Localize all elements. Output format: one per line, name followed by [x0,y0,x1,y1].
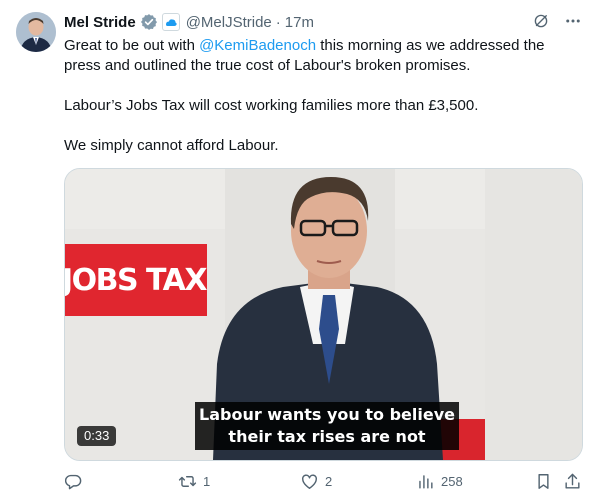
video-player[interactable]: JOBS TAX Labour wants you to believe the… [64,168,583,461]
tweet-paragraph-2: Labour’s Jobs Tax will cost working fami… [64,97,479,114]
grok-icon[interactable] [532,12,550,34]
tweet-text: Great to be out with @KemiBadenoch this … [64,36,584,176]
affiliate-icon[interactable] [161,13,180,31]
like-count: 2 [325,474,333,489]
tweet: Mel Stride @MelJStride · 17m Great to be… [0,0,598,504]
tweet-paragraph-3: We simply cannot afford Labour. [64,137,279,154]
views-button[interactable]: 258 [416,472,463,491]
avatar-image [16,12,56,52]
action-bar: 1 2 258 [64,472,582,494]
like-icon [302,474,317,489]
author-handle[interactable]: @MelJStride [186,14,272,31]
like-button[interactable]: 2 [300,472,332,491]
text-segment: Great to be out with [64,37,200,54]
avatar[interactable] [16,12,56,52]
time-separator: · [275,13,281,31]
sign-text: JOBS TAX [64,263,208,298]
bookmark-button[interactable] [534,472,553,491]
verified-badge-icon[interactable] [140,13,158,31]
tweet-header: Mel Stride @MelJStride · 17m [64,12,582,32]
share-button[interactable] [563,472,582,491]
reply-button[interactable] [64,472,89,491]
mention-link[interactable]: @KemiBadenoch [199,37,316,54]
caption-line-1: Labour wants you to believe [199,405,455,424]
views-icon [419,475,433,489]
views-count: 258 [441,474,463,489]
retweet-count: 1 [203,474,211,489]
tweet-paragraph-1: Great to be out with @KemiBadenoch this … [64,36,584,76]
header-actions [532,12,582,34]
caption-line-2: their tax rises are not [228,427,426,446]
timestamp[interactable]: 17m [285,14,314,31]
bookmark-icon [538,474,549,489]
reply-icon [64,474,82,490]
more-icon[interactable] [564,12,582,34]
retweet-icon [178,476,197,487]
retweet-button[interactable]: 1 [178,472,210,491]
video-duration: 0:33 [77,426,117,446]
share-icon [565,473,580,489]
video-caption: Labour wants you to believe their tax ri… [195,402,459,450]
author-name[interactable]: Mel Stride [64,14,136,31]
